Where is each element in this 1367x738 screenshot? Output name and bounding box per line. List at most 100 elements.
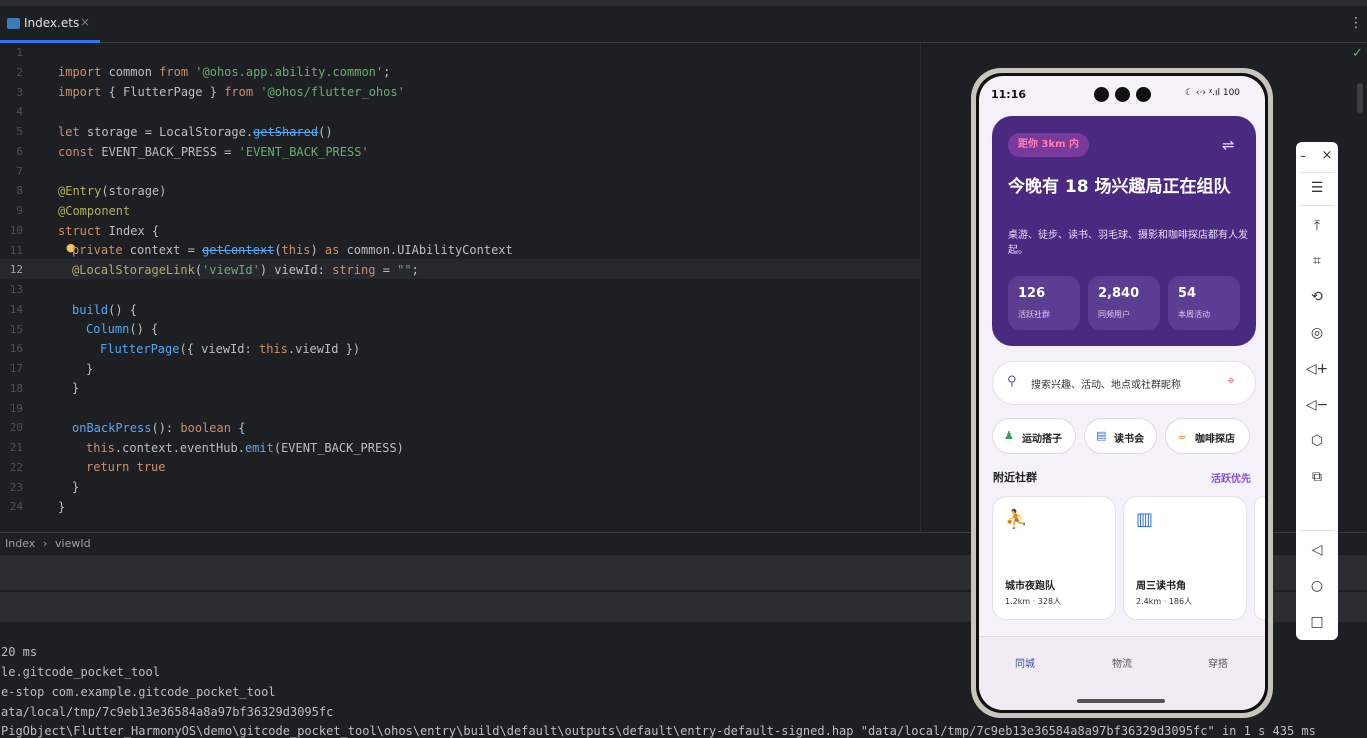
back-icon[interactable]: ◁ xyxy=(1296,538,1338,562)
chip-label: 运动搭子 xyxy=(1022,434,1062,445)
code-token: storage = LocalStorage. xyxy=(79,125,254,139)
more-options-icon[interactable]: ⋮ xyxy=(1349,15,1363,31)
line-number: 22 xyxy=(9,460,23,474)
volume-up-icon[interactable]: ◁+ xyxy=(1296,357,1338,381)
filter-icon[interactable]: ⇌ xyxy=(1222,136,1235,154)
code-line-23: } xyxy=(72,477,79,497)
code-token: (storage) xyxy=(101,184,167,198)
chip-label: 读书会 xyxy=(1114,434,1144,445)
chip-reading[interactable]: ▤ 读书会 xyxy=(1084,418,1157,454)
rotate-icon[interactable]: ⟲ xyxy=(1296,285,1338,309)
code-token: getContext xyxy=(202,243,275,257)
section-title: 附近社群 xyxy=(993,471,1037,484)
search-input[interactable]: ⚲ 搜索兴趣、活动、地点或社群昵称 ⌖ xyxy=(992,361,1256,405)
right-margin-guide xyxy=(920,43,921,532)
emulator-toolbar: – × ☰ ⤒ ⌗ ⟲ ◎ ◁+ ◁− ⬡ ⧉ ◁ ○ □ xyxy=(1296,142,1338,640)
code-line-8: @Entry(storage) xyxy=(58,181,166,201)
community-card[interactable]: ⛹ 城市夜跑队 1.2km · 328人 xyxy=(992,496,1116,620)
recents-icon[interactable]: □ xyxy=(1296,610,1338,634)
community-card[interactable]: ▥ 周三读书角 2.4km · 186人 xyxy=(1123,496,1247,620)
console-line: 20 ms xyxy=(1,645,38,659)
code-token: common.UIAbilityContext xyxy=(339,243,513,257)
tab-close-icon[interactable]: × xyxy=(80,15,90,29)
code-token: let xyxy=(58,125,80,139)
stat-card: 54 本周活动 xyxy=(1168,276,1240,330)
menu-icon[interactable]: ☰ xyxy=(1296,176,1338,200)
device-screen[interactable]: 11:16 ☾ ‹·› ᵡ.ıl 100 距你 3km 内 ⇌ 今晚有 18 场… xyxy=(979,76,1265,710)
code-token: struct xyxy=(58,224,102,238)
volume-down-icon[interactable]: ◁− xyxy=(1296,393,1338,417)
nav-item-local[interactable]: 同城 xyxy=(1015,655,1035,670)
status-icons: ☾ ‹·› ᵡ.ıl 100 xyxy=(1185,88,1241,98)
line-number: 18 xyxy=(9,381,23,395)
community-name: 城市夜跑队 xyxy=(1005,581,1055,592)
nav-item-logistics[interactable]: 物流 xyxy=(1112,655,1132,670)
line-number: 17 xyxy=(9,362,23,375)
breadcrumb-separator: › xyxy=(43,537,48,550)
breadcrumb-item-viewid[interactable]: viewId xyxy=(55,537,91,550)
home-indicator[interactable] xyxy=(1077,699,1165,703)
code-token: Index { xyxy=(101,224,160,238)
hero-subtitle: 桌游、徒步、读书、羽毛球、摄影和咖啡探店都有人发起。 xyxy=(1008,230,1248,256)
shake-icon[interactable]: ⬡ xyxy=(1296,429,1338,453)
console-line: e-stop com.example.gitcode_pocket_tool xyxy=(1,685,276,699)
camera-cutout xyxy=(1115,87,1130,102)
line-number: 5 xyxy=(16,125,23,138)
line-number: 21 xyxy=(9,441,23,454)
code-line-10: struct Index { xyxy=(58,221,159,241)
divider xyxy=(1300,530,1334,531)
pin-top-icon[interactable]: ⤒ xyxy=(1296,214,1338,238)
nav-item-outfit[interactable]: 穿搭 xyxy=(1208,655,1228,670)
code-token: this xyxy=(281,243,311,257)
divider xyxy=(1300,205,1334,206)
code-token: } xyxy=(58,500,66,514)
sort-active-link[interactable]: 活跃优先 xyxy=(1211,470,1251,485)
community-meta: 1.2km · 328人 xyxy=(1005,597,1062,606)
tab-index-ets[interactable]: Index.ets × xyxy=(0,6,100,43)
line-number: 11 xyxy=(9,243,23,257)
code-token: } xyxy=(72,480,80,494)
code-line-11: private context = getContext(this) as co… xyxy=(72,240,513,260)
code-token: ) viewId: xyxy=(259,263,333,277)
distance-badge: 距你 3km 内 xyxy=(1008,133,1089,157)
line-number: 2 xyxy=(16,65,23,79)
screenshot-icon[interactable]: ⌗ xyxy=(1296,249,1338,273)
editor-scrollbar[interactable] xyxy=(1357,83,1363,113)
code-token: ; xyxy=(411,263,419,277)
multi-device-icon[interactable]: ⧉ xyxy=(1296,465,1338,489)
line-number-gutter: 1 2 3 4 5 6 7 8 9 10 11 12 13 14 15 16 17 18 19 20 21 22 23 24 xyxy=(0,43,30,532)
code-token: } xyxy=(72,381,80,395)
code-token: (EVENT_BACK_PRESS) xyxy=(273,441,404,455)
camera-cutout xyxy=(1136,87,1151,102)
line-number: 20 xyxy=(9,421,23,435)
close-button[interactable]: × xyxy=(1312,144,1342,168)
stat-label: 本周活动 xyxy=(1178,310,1210,319)
line-number: 10 xyxy=(9,223,23,237)
home-icon[interactable]: ○ xyxy=(1296,574,1338,598)
code-token: const xyxy=(58,145,95,159)
line-number: 16 xyxy=(9,342,23,356)
code-token: (): xyxy=(151,421,181,435)
inspection-ok-icon[interactable]: ✓ xyxy=(1352,46,1363,61)
book-icon: ▤ xyxy=(1096,429,1107,442)
camera-cutout xyxy=(1094,87,1109,102)
code-token: ( xyxy=(274,243,282,257)
community-card-partial[interactable] xyxy=(1254,496,1265,620)
line-number: 3 xyxy=(16,85,23,99)
chip-coffee[interactable]: ☕ 咖啡探店 xyxy=(1165,418,1250,454)
line-number: 8 xyxy=(16,184,23,198)
code-token: private xyxy=(72,243,123,257)
chip-sports[interactable]: ♟ 运动搭子 xyxy=(992,418,1076,454)
location-pin-icon[interactable]: ⌖ xyxy=(1227,373,1235,389)
code-token: 'viewId' xyxy=(202,263,260,277)
code-token: { xyxy=(230,421,246,435)
code-token: this xyxy=(258,342,288,356)
stat-value: 54 xyxy=(1178,286,1197,301)
code-line-17: } xyxy=(86,359,93,379)
console-line: PigObject\Flutter_HarmonyOS\demo\gitcode… xyxy=(1,724,1316,738)
file-icon xyxy=(7,18,20,29)
code-line-20: onBackPress(): boolean { xyxy=(72,418,245,438)
code-line-3: import { FlutterPage } from '@ohos/flutt… xyxy=(58,82,405,102)
breadcrumb-item-index[interactable]: Index xyxy=(5,537,35,550)
record-icon[interactable]: ◎ xyxy=(1296,321,1338,345)
